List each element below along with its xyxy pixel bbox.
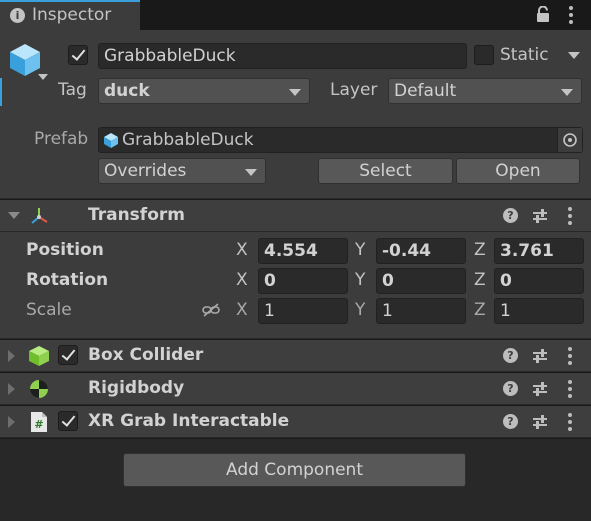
rotation-label: Rotation bbox=[26, 270, 109, 290]
overrides-value: Overrides bbox=[104, 161, 187, 181]
foldout-collapsed-icon[interactable] bbox=[8, 383, 15, 395]
chevron-down-icon bbox=[561, 89, 573, 96]
constrain-proportions-link-icon[interactable] bbox=[202, 302, 220, 318]
rotation-x-field[interactable]: 0 bbox=[258, 268, 348, 294]
component-menu-kebab-icon[interactable] bbox=[568, 207, 572, 228]
help-icon[interactable]: ? bbox=[503, 348, 518, 363]
lock-icon[interactable] bbox=[536, 5, 550, 23]
rigidbody-header[interactable]: Rigidbody ? bbox=[0, 372, 591, 404]
tab-title: Inspector bbox=[32, 5, 112, 25]
chevron-down-icon bbox=[245, 169, 257, 176]
foldout-collapsed-icon[interactable] bbox=[8, 416, 15, 428]
chevron-down-icon bbox=[289, 89, 301, 96]
active-checkbox[interactable] bbox=[68, 45, 88, 65]
prefab-value: GrabbableDuck bbox=[122, 130, 254, 150]
prefab-field[interactable]: GrabbableDuck bbox=[98, 127, 583, 153]
component-enabled-checkbox[interactable] bbox=[58, 411, 78, 431]
open-button[interactable]: Open bbox=[456, 158, 580, 184]
component-title: Transform bbox=[88, 205, 185, 225]
scale-z-field[interactable]: 1 bbox=[494, 298, 584, 324]
help-icon[interactable]: ? bbox=[503, 381, 518, 396]
component-title: XR Grab Interactable bbox=[88, 411, 290, 431]
component-menu-kebab-icon[interactable] bbox=[568, 380, 572, 401]
inspector-tab[interactable]: i Inspector bbox=[0, 0, 140, 30]
script-icon: # bbox=[30, 411, 48, 433]
icon-dropdown-chevron-icon[interactable] bbox=[38, 74, 48, 80]
selection-bar bbox=[0, 78, 2, 106]
scale-y-field[interactable]: 1 bbox=[376, 298, 466, 324]
component-enabled-checkbox[interactable] bbox=[58, 345, 78, 365]
tab-menu-kebab-icon[interactable] bbox=[569, 6, 573, 27]
layer-value: Default bbox=[394, 81, 457, 101]
tag-value: duck bbox=[104, 81, 150, 101]
foldout-collapsed-icon[interactable] bbox=[8, 350, 15, 362]
rotation-z-field[interactable]: 0 bbox=[494, 268, 584, 294]
static-dropdown-chevron-icon[interactable] bbox=[568, 52, 580, 59]
axis-x-label: X bbox=[236, 270, 248, 290]
presets-sliders-icon[interactable] bbox=[532, 208, 548, 224]
info-icon: i bbox=[10, 8, 25, 23]
layer-dropdown[interactable]: Default bbox=[388, 78, 582, 104]
presets-sliders-icon[interactable] bbox=[532, 348, 548, 364]
axis-x-label: X bbox=[236, 300, 248, 320]
component-title: Box Collider bbox=[88, 345, 204, 365]
axis-z-label: Z bbox=[474, 300, 486, 320]
axis-y-label: Y bbox=[355, 300, 366, 320]
gameobject-cube-icon[interactable] bbox=[8, 42, 42, 78]
prefab-object-picker-icon[interactable] bbox=[557, 128, 582, 152]
rigidbody-icon bbox=[29, 379, 49, 399]
rotation-y-field[interactable]: 0 bbox=[376, 268, 466, 294]
box-collider-icon bbox=[28, 345, 50, 367]
footer-separator bbox=[0, 438, 591, 439]
foldout-expanded-icon[interactable] bbox=[8, 212, 20, 219]
select-button[interactable]: Select bbox=[318, 158, 453, 184]
scale-x-field[interactable]: 1 bbox=[258, 298, 348, 324]
position-z-field[interactable]: 3.761 bbox=[494, 238, 584, 264]
component-menu-kebab-icon[interactable] bbox=[568, 413, 572, 434]
object-name-field[interactable]: GrabbableDuck bbox=[98, 43, 467, 69]
help-icon[interactable]: ? bbox=[503, 208, 518, 223]
box-collider-header[interactable]: Box Collider ? bbox=[0, 339, 591, 371]
axis-x-label: X bbox=[236, 240, 248, 260]
tag-dropdown[interactable]: duck bbox=[98, 78, 310, 104]
transform-header[interactable]: Transform ? bbox=[0, 199, 591, 231]
component-title: Rigidbody bbox=[88, 378, 185, 398]
component-menu-kebab-icon[interactable] bbox=[568, 347, 572, 368]
overrides-dropdown[interactable]: Overrides bbox=[98, 158, 266, 184]
presets-sliders-icon[interactable] bbox=[532, 414, 548, 430]
axis-z-label: Z bbox=[474, 240, 486, 260]
axis-y-label: Y bbox=[355, 240, 366, 260]
xr-grab-interactable-header[interactable]: # XR Grab Interactable ? bbox=[0, 405, 591, 437]
position-x-field[interactable]: 4.554 bbox=[258, 238, 348, 264]
position-label: Position bbox=[26, 240, 104, 260]
layer-label: Layer bbox=[330, 80, 378, 100]
prefab-cube-icon bbox=[103, 132, 119, 148]
static-label: Static bbox=[500, 45, 549, 65]
axis-y-label: Y bbox=[355, 270, 366, 290]
position-y-field[interactable]: -0.44 bbox=[376, 238, 466, 264]
svg-text:#: # bbox=[34, 418, 43, 431]
axis-z-label: Z bbox=[474, 270, 486, 290]
prefab-label: Prefab bbox=[34, 129, 89, 149]
help-icon[interactable]: ? bbox=[503, 414, 518, 429]
add-component-button[interactable]: Add Component bbox=[123, 453, 466, 487]
presets-sliders-icon[interactable] bbox=[532, 381, 548, 397]
scale-label: Scale bbox=[26, 300, 72, 320]
static-checkbox[interactable] bbox=[474, 45, 494, 65]
tag-label: Tag bbox=[58, 80, 87, 100]
transform-icon bbox=[29, 206, 49, 226]
